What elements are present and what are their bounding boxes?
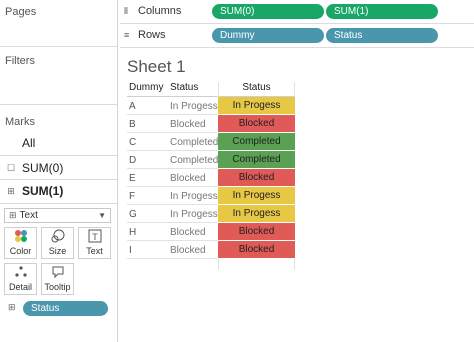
dummy-cell: H <box>129 226 137 238</box>
svg-text:T: T <box>92 232 98 242</box>
dummy-cell: I <box>129 244 132 256</box>
status-row-cell: Blocked <box>170 244 206 256</box>
status-field-pill[interactable]: Status <box>23 301 108 316</box>
header-status-column: Status <box>242 82 271 93</box>
status-value-cell[interactable]: Completed <box>218 151 295 169</box>
rows-shelf-label: Rows <box>138 29 166 41</box>
rows-icon: ≡ <box>124 30 130 40</box>
size-icon <box>51 229 65 243</box>
table-row[interactable]: B Blocked Blocked <box>127 115 295 133</box>
marks-all-item[interactable]: All <box>0 132 118 154</box>
detail-icon <box>14 265 28 279</box>
marks-divider <box>0 155 118 156</box>
marks-item-label: SUM(1) <box>22 184 64 198</box>
filters-divider <box>0 104 118 105</box>
status-row-cell: Completed <box>170 154 219 166</box>
dummy-cell: G <box>129 208 137 220</box>
table-row[interactable]: D Completed Completed <box>127 151 295 169</box>
marks-divider <box>0 203 118 204</box>
status-row-cell: In Progess <box>170 190 218 202</box>
table-row[interactable]: F In Progess In Progess <box>127 187 295 205</box>
tooltip-button[interactable]: Tooltip <box>41 263 74 295</box>
row-divider <box>127 258 218 259</box>
status-value-cell[interactable]: Blocked <box>218 223 295 241</box>
status-row-cell: In Progess <box>170 208 218 220</box>
marks-sum0-item[interactable]: ☐ SUM(0) <box>0 157 118 179</box>
pages-card-title: Pages <box>5 6 37 18</box>
status-row-cell: Blocked <box>170 118 206 130</box>
rows-pill-dummy[interactable]: Dummy <box>212 28 324 43</box>
color-palette-icon <box>14 229 28 243</box>
status-value-cell[interactable]: In Progess <box>218 97 295 115</box>
table-row[interactable]: C Completed Completed <box>127 133 295 151</box>
text-mark-icon: ⊞ <box>8 302 16 312</box>
color-button[interactable]: Color <box>4 227 37 259</box>
detail-button[interactable]: Detail <box>4 263 37 295</box>
text-mark-icon: ⊞ <box>7 185 15 196</box>
mark-type-dropdown[interactable]: ⊞ Text ▼ <box>4 208 111 223</box>
pages-divider <box>0 46 118 47</box>
marks-card-title: Marks <box>5 116 35 128</box>
marks-sum1-item[interactable]: ⊞ SUM(1) <box>0 180 118 202</box>
status-row-cell: Blocked <box>170 172 206 184</box>
columns-shelf-label: Columns <box>138 5 182 17</box>
tooltip-button-label: Tooltip <box>44 282 71 292</box>
filters-card-title: Filters <box>5 55 35 67</box>
rows-pill-status[interactable]: Status <box>326 28 438 43</box>
text-icon: T <box>88 229 102 243</box>
square-icon: ☐ <box>6 162 16 173</box>
columns-icon: ⦀ <box>124 5 128 16</box>
left-pane: Pages Filters Marks All ☐ SUM(0) ⊞ SUM(1… <box>0 0 118 342</box>
status-value-cell[interactable]: Blocked <box>218 241 295 259</box>
chevron-down-icon: ▼ <box>98 211 106 220</box>
table-row[interactable]: E Blocked Blocked <box>127 169 295 187</box>
header-dummy: Dummy <box>129 82 164 93</box>
shelf-divider <box>120 47 474 48</box>
color-button-label: Color <box>9 246 32 256</box>
header-status-row: Status <box>170 82 199 93</box>
columns-pill-sum0[interactable]: SUM(0) <box>212 4 324 19</box>
dummy-cell: B <box>129 118 136 130</box>
sheet-title: Sheet 1 <box>127 57 186 76</box>
dummy-cell: C <box>129 136 137 148</box>
marks-item-label: All <box>22 136 36 150</box>
marks-item-label: SUM(0) <box>22 161 64 175</box>
tooltip-icon <box>51 265 65 279</box>
size-button[interactable]: Size <box>41 227 74 259</box>
text-mark-icon: ⊞ <box>9 210 17 220</box>
status-value-cell[interactable]: Completed <box>218 133 295 151</box>
detail-button-label: Detail <box>8 282 32 292</box>
status-value-cell[interactable]: In Progess <box>218 205 295 223</box>
dummy-cell: A <box>129 100 136 112</box>
status-row-cell: Completed <box>170 136 219 148</box>
status-value-cell[interactable]: Blocked <box>218 115 295 133</box>
dummy-cell: D <box>129 154 137 166</box>
dummy-cell: E <box>129 172 136 184</box>
status-value-cell[interactable]: In Progess <box>218 187 295 205</box>
table-row[interactable]: H Blocked Blocked <box>127 223 295 241</box>
dummy-cell: F <box>129 190 136 202</box>
mark-type-value: Text <box>19 210 38 221</box>
table-row[interactable]: I Blocked Blocked <box>127 241 295 259</box>
table-row[interactable]: G In Progess In Progess <box>127 205 295 223</box>
status-value-cell[interactable]: Blocked <box>218 169 295 187</box>
text-button[interactable]: T Text <box>78 227 111 259</box>
status-row-cell: Blocked <box>170 226 206 238</box>
size-button-label: Size <box>48 246 67 256</box>
text-button-label: Text <box>86 246 103 256</box>
columns-pill-sum1[interactable]: SUM(1) <box>326 4 438 19</box>
table-row[interactable]: A In Progess In Progess <box>127 97 295 115</box>
status-row-cell: In Progess <box>170 100 218 112</box>
